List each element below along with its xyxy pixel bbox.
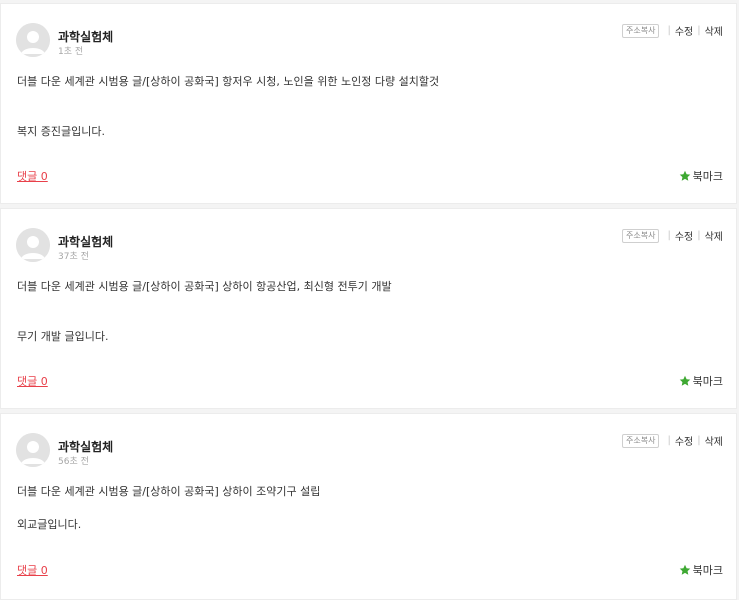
post-body: 무기 개발 글입니다. [17, 330, 109, 343]
comments-link[interactable]: 댓글 0 [17, 168, 48, 184]
author-name[interactable]: 과학실험체 [58, 438, 113, 455]
post-actions: 주소복사 | 수정 | 삭제 [621, 433, 723, 448]
star-icon [679, 170, 690, 181]
avatar[interactable] [16, 228, 50, 262]
divider: | [667, 25, 671, 36]
copy-url-button[interactable]: 주소복사 [621, 23, 660, 38]
star-icon [679, 375, 690, 386]
post-title: 더블 다운 세계관 시범용 글/[상하이 공화국] 항저우 시청, 노인을 위한… [17, 75, 440, 88]
post-time: 56초 전 [58, 457, 89, 467]
post-time: 37초 전 [58, 252, 89, 262]
post-title: 더블 다운 세계관 시범용 글/[상하이 공화국] 상하이 조약기구 설립 [17, 485, 321, 498]
bookmark-button[interactable]: 북마크 [679, 373, 723, 389]
divider: | [667, 435, 671, 446]
edit-button[interactable]: 수정 [675, 433, 693, 448]
user-silhouette-icon [16, 228, 50, 262]
bookmark-label: 북마크 [692, 375, 723, 388]
author-name[interactable]: 과학실험체 [58, 28, 113, 45]
post-body: 복지 증진글입니다. [17, 125, 105, 138]
post-body: 외교글입니다. [17, 518, 82, 531]
user-silhouette-icon [16, 433, 50, 467]
post-card: 과학실험체 1초 전 주소복사 | 수정 | 삭제 더블 다운 세계관 시범용 … [0, 3, 737, 204]
edit-button[interactable]: 수정 [675, 228, 693, 243]
bookmark-label: 북마크 [692, 564, 723, 577]
copy-url-button[interactable]: 주소복사 [621, 228, 660, 243]
post-time: 1초 전 [58, 47, 84, 57]
post-card: 과학실험체 56초 전 주소복사 | 수정 | 삭제 더블 다운 세계관 시범용… [0, 413, 737, 600]
bookmark-button[interactable]: 북마크 [679, 562, 723, 578]
delete-button[interactable]: 삭제 [705, 23, 723, 38]
delete-button[interactable]: 삭제 [705, 228, 723, 243]
divider: | [697, 25, 701, 36]
bookmark-label: 북마크 [692, 170, 723, 183]
post-feed: 과학실험체 1초 전 주소복사 | 수정 | 삭제 더블 다운 세계관 시범용 … [0, 0, 739, 600]
author-name[interactable]: 과학실험체 [58, 233, 113, 250]
comments-link[interactable]: 댓글 0 [17, 373, 48, 389]
post-actions: 주소복사 | 수정 | 삭제 [621, 228, 723, 243]
post-title: 더블 다운 세계관 시범용 글/[상하이 공화국] 상하이 항공산업, 최신형 … [17, 280, 392, 293]
divider: | [697, 230, 701, 241]
post-actions: 주소복사 | 수정 | 삭제 [621, 23, 723, 38]
divider: | [697, 435, 701, 446]
copy-url-button[interactable]: 주소복사 [621, 433, 660, 448]
post-card: 과학실험체 37초 전 주소복사 | 수정 | 삭제 더블 다운 세계관 시범용… [0, 208, 737, 409]
user-silhouette-icon [16, 23, 50, 57]
avatar[interactable] [16, 433, 50, 467]
divider: | [667, 230, 671, 241]
avatar[interactable] [16, 23, 50, 57]
edit-button[interactable]: 수정 [675, 23, 693, 38]
star-icon [679, 564, 690, 575]
bookmark-button[interactable]: 북마크 [679, 168, 723, 184]
comments-link[interactable]: 댓글 0 [17, 562, 48, 578]
delete-button[interactable]: 삭제 [705, 433, 723, 448]
